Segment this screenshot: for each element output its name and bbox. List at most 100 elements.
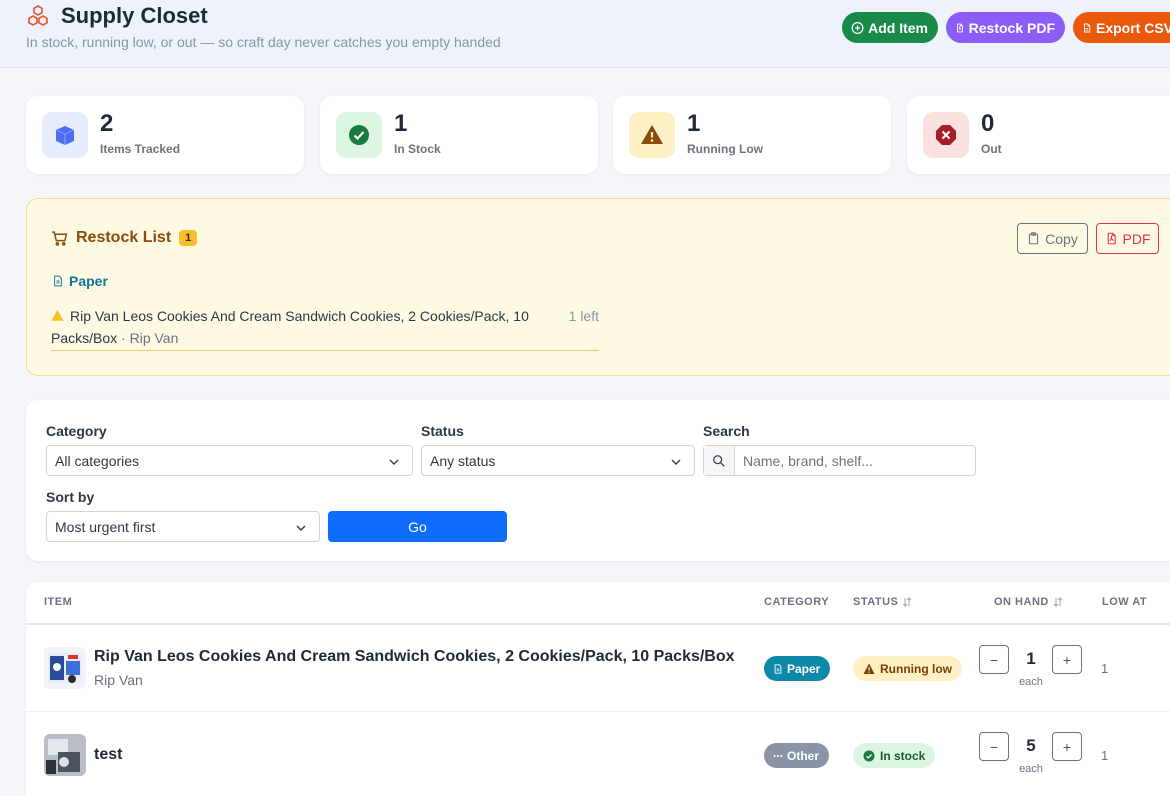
restock-category-heading: Paper	[52, 273, 108, 289]
quantity-unit: each	[1019, 763, 1043, 775]
plus-circle-icon	[851, 21, 864, 34]
warning-icon	[51, 309, 64, 321]
stat-card-out: 0 Out	[907, 96, 1170, 174]
quantity-unit: each	[1019, 676, 1043, 688]
increase-quantity-button[interactable]: +	[1052, 732, 1082, 761]
warning-icon	[863, 663, 875, 674]
chevron-down-icon	[296, 525, 306, 532]
restock-list-item: Rip Van Leos Cookies And Cream Sandwich …	[51, 303, 599, 351]
status-badge: In stock	[853, 743, 936, 768]
stat-card-in-stock: 1 In Stock	[320, 96, 598, 174]
restock-list-heading: Restock List 1	[51, 229, 198, 247]
restock-pdf-button[interactable]: Restock PDF	[946, 12, 1065, 43]
table-header: ITEM CATEGORY STATUS ON HAND LOW AT	[26, 582, 1170, 625]
cookie-box-image	[48, 653, 82, 683]
stat-label: Out	[981, 142, 1002, 156]
export-csv-label: Export CSV	[1095, 19, 1170, 36]
stat-value: 2	[100, 110, 114, 137]
stat-card-items-tracked: 2 Items Tracked	[26, 96, 304, 174]
warning-icon	[641, 125, 663, 144]
more-dots-icon	[773, 754, 783, 757]
sort-select[interactable]: Most urgent first	[46, 511, 320, 542]
sort-icon	[1053, 597, 1063, 607]
column-on-hand[interactable]: ON HAND	[994, 596, 1063, 608]
add-item-button[interactable]: Add Item	[842, 12, 938, 43]
restock-list-panel: Restock List 1 Copy PDF Paper Rip Van Le…	[26, 198, 1170, 376]
stat-label: In Stock	[394, 142, 441, 156]
cart-icon	[52, 230, 68, 246]
sort-icon	[903, 597, 912, 607]
table-row[interactable]: test Other In stock − 5 each + 1	[26, 712, 1170, 796]
category-badge: Other	[764, 743, 830, 768]
item-thumbnail	[44, 647, 86, 689]
category-filter-label: Category	[46, 423, 107, 439]
low-at-value: 1	[1101, 661, 1109, 676]
item-thumbnail	[44, 734, 86, 776]
box-icon	[55, 126, 75, 145]
restock-pdf-label: Restock PDF	[968, 19, 1055, 36]
stat-label: Items Tracked	[100, 142, 181, 156]
status-select-value: Any status	[430, 452, 496, 469]
column-low-at[interactable]: LOW AT	[1102, 596, 1147, 608]
chevron-down-icon	[671, 459, 681, 466]
status-select[interactable]: Any status	[421, 445, 695, 476]
search-input[interactable]	[735, 446, 973, 475]
stat-icon-box	[629, 112, 675, 158]
csv-file-icon	[1084, 23, 1091, 32]
column-item[interactable]: ITEM	[44, 596, 72, 608]
stat-value: 1	[687, 110, 701, 137]
restock-count-badge: 1	[179, 230, 198, 246]
increase-quantity-button[interactable]: +	[1052, 645, 1082, 674]
clipboard-icon	[1029, 232, 1039, 245]
add-item-label: Add Item	[868, 19, 928, 36]
restock-list-title: Restock List	[76, 229, 172, 246]
status-badge: Running low	[853, 656, 962, 681]
copy-button[interactable]: Copy	[1017, 223, 1088, 254]
search-field	[703, 445, 976, 476]
stat-label: Running Low	[687, 142, 763, 156]
restock-category-label: Paper	[69, 273, 108, 289]
quantity-value: 5	[1026, 736, 1036, 755]
restock-item-brand: Rip Van	[129, 330, 179, 346]
page-subtitle: In stock, running low, or out — so craft…	[26, 34, 501, 50]
decrease-quantity-button[interactable]: −	[979, 732, 1009, 761]
stat-value: 0	[981, 110, 995, 137]
export-csv-button[interactable]: Export CSV	[1073, 12, 1170, 43]
check-circle-icon	[863, 750, 875, 761]
page-title: Supply Closet	[61, 3, 208, 28]
table-row[interactable]: Rip Van Leos Cookies And Cream Sandwich …	[26, 625, 1170, 712]
stat-value: 1	[394, 110, 408, 137]
x-octagon-icon	[936, 125, 956, 145]
restock-pdf-small-button[interactable]: PDF	[1096, 223, 1159, 254]
boxes-icon	[28, 5, 48, 26]
stat-icon-box	[923, 112, 969, 158]
stat-icon-box	[42, 112, 88, 158]
items-table: ITEM CATEGORY STATUS ON HAND LOW AT Rip …	[26, 582, 1170, 796]
category-select-value: All categories	[55, 452, 140, 469]
document-icon	[774, 663, 782, 674]
document-icon	[54, 275, 62, 287]
item-name[interactable]: test	[94, 746, 122, 764]
quantity-value: 1	[1026, 649, 1036, 668]
category-badge: Paper	[764, 656, 831, 681]
restock-item-separator: ·	[117, 330, 130, 346]
stat-card-running-low: 1 Running Low	[613, 96, 891, 174]
decrease-quantity-button[interactable]: −	[979, 645, 1009, 674]
column-category[interactable]: CATEGORY	[764, 596, 829, 608]
photo-image	[44, 734, 86, 776]
column-status[interactable]: STATUS	[853, 596, 912, 608]
page-header: Supply Closet In stock, running low, or …	[0, 0, 1170, 68]
pdf-file-icon	[956, 23, 963, 32]
sort-select-value: Most urgent first	[55, 518, 156, 535]
search-label: Search	[703, 423, 750, 439]
sort-by-label: Sort by	[46, 489, 95, 505]
item-brand: Rip Van	[94, 672, 143, 688]
go-button[interactable]: Go	[328, 511, 507, 542]
item-name[interactable]: Rip Van Leos Cookies And Cream Sandwich …	[94, 648, 735, 666]
restock-item-remaining: 1 left	[568, 308, 599, 324]
filters-panel: Category All categories Status Any statu…	[26, 400, 1170, 561]
pdf-file-icon	[1107, 232, 1116, 245]
pdf-label: PDF	[1122, 230, 1151, 247]
stat-icon-box	[336, 112, 382, 158]
category-select[interactable]: All categories	[46, 445, 413, 476]
